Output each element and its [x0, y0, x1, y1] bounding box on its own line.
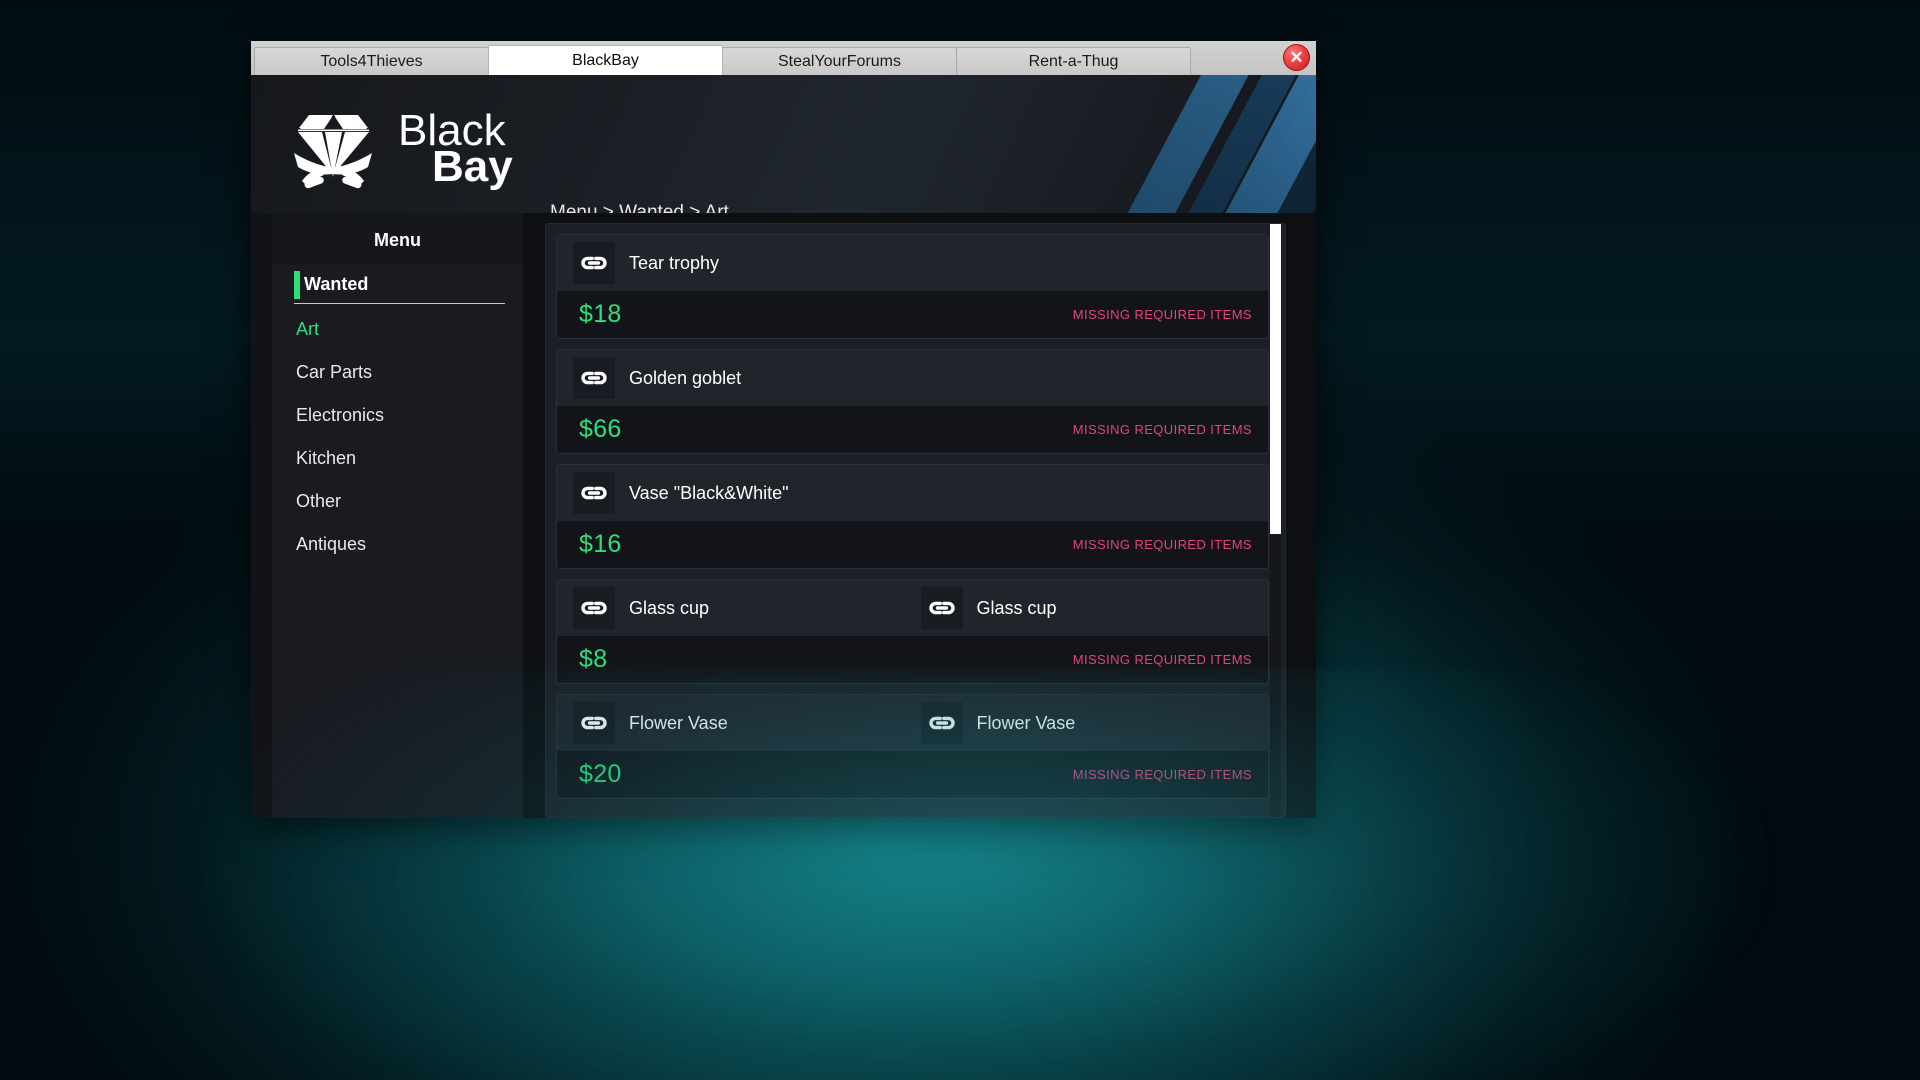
sidebar-item-label: Art	[296, 319, 320, 339]
item-card-footer: $8 MISSING REQUIRED ITEMS	[557, 636, 1268, 683]
item-name: Tear trophy	[629, 252, 720, 273]
item-card-header: Vase "Black&White"	[557, 465, 1268, 521]
chain-link-icon	[928, 601, 955, 615]
item-price: $66	[579, 415, 622, 443]
page-body: Menu Wanted Art Car Parts Electronics Ki…	[251, 213, 1316, 818]
item-card-footer: $66 MISSING REQUIRED ITEMS	[557, 406, 1268, 453]
site-logo: Black Bay	[280, 101, 513, 197]
item-name: Vase "Black&White"	[629, 482, 789, 503]
chain-link-icon	[581, 486, 607, 500]
sidebar-item-antiques[interactable]: Antiques	[272, 523, 523, 566]
status-badge: MISSING REQUIRED ITEMS	[1072, 767, 1252, 782]
item-card[interactable]: Vase "Black&White" $16 MISSING REQUIRED IT…	[556, 464, 1269, 569]
sidebar-menu: Menu Wanted Art Car Parts Electronics Ki…	[272, 213, 523, 818]
item-card-footer: $16 MISSING REQUIRED ITEMS	[557, 521, 1268, 568]
sidebar-title: Menu	[272, 213, 523, 265]
sidebar-item-kitchen[interactable]: Kitchen	[272, 437, 523, 480]
chain-link-icon	[581, 256, 607, 270]
item-slot[interactable]: Flower Vase	[565, 702, 913, 744]
item-name: Glass cup	[976, 597, 1057, 618]
item-slot[interactable]: Vase "Black&White"	[565, 472, 913, 514]
item-name: Flower Vase	[976, 712, 1076, 733]
tab-label: BlackBay	[572, 51, 639, 69]
item-card-footer: $18 MISSING REQUIRED ITEMS	[557, 291, 1268, 338]
sidebar-item-electronics[interactable]: Electronics	[272, 394, 523, 437]
item-card-header: Glass cup Glass cup	[557, 580, 1268, 636]
tab-strip: Tools4Thieves BlackBay StealYourForums R…	[251, 41, 1316, 75]
sidebar-item-label: Wanted	[304, 274, 369, 294]
item-card-header: Flower Vase Flower Vase	[557, 695, 1268, 751]
sidebar-item-wanted[interactable]: Wanted	[272, 265, 523, 304]
item-card[interactable]: Flower Vase Flower Vase $20 MISSING REQUIRE…	[556, 694, 1269, 799]
item-price: $20	[579, 760, 622, 788]
item-name: Flower Vase	[629, 712, 728, 733]
item-card[interactable]: Glass cup Glass cup $8 MISSING REQUIRED ITE…	[556, 579, 1269, 684]
sidebar-item-label: Electronics	[296, 405, 385, 425]
item-card[interactable]: Golden goblet $66 MISSING REQUIRED ITEMS	[556, 349, 1269, 454]
item-card[interactable]: Tear trophy $18 MISSING REQUIRED ITEMS	[556, 234, 1269, 339]
item-card-footer: $20 MISSING REQUIRED ITEMS	[557, 751, 1268, 798]
sidebar-item-label: Car Parts	[296, 362, 373, 382]
chain-link-icon	[581, 716, 607, 730]
item-slot[interactable]: Flower Vase	[913, 702, 1261, 744]
status-badge: MISSING REQUIRED ITEMS	[1072, 652, 1252, 667]
sidebar-item-label: Antiques	[296, 534, 367, 554]
item-card-list: Tear trophy $18 MISSING REQUIRED ITEMS Gold…	[556, 234, 1269, 799]
brand-line-2: Bay	[432, 142, 513, 191]
sidebar-item-art[interactable]: Art	[272, 308, 523, 351]
item-slot[interactable]: Glass cup	[913, 587, 1261, 629]
breadcrumb: Menu > Wanted > Art	[550, 202, 729, 213]
chain-link-icon	[920, 587, 963, 629]
chain-link-icon	[581, 601, 607, 615]
listing-panel: Tear trophy $18 MISSING REQUIRED ITEMS Gold…	[545, 223, 1286, 818]
diamond-crossed-sabers-icon	[294, 115, 372, 189]
item-name: Golden goblet	[629, 367, 742, 388]
desktop-background: Tools4Thieves BlackBay StealYourForums R…	[0, 0, 1920, 1080]
sidebar-item-label: Kitchen	[296, 448, 357, 468]
chain-link-icon	[920, 702, 963, 744]
tab-stealyourforums[interactable]: StealYourForums	[722, 47, 957, 75]
status-badge: MISSING REQUIRED ITEMS	[1072, 307, 1252, 322]
sidebar-item-car-parts[interactable]: Car Parts	[272, 351, 523, 394]
chain-link-icon	[928, 716, 955, 730]
chain-link-icon	[581, 371, 607, 385]
status-badge: MISSING REQUIRED ITEMS	[1072, 537, 1252, 552]
site-banner: Black Bay Menu > Wanted > Art	[251, 75, 1316, 213]
item-card-header: Tear trophy	[557, 235, 1268, 291]
tab-label: StealYourForums	[777, 52, 902, 70]
chain-link-icon	[573, 242, 615, 284]
item-slot[interactable]: Glass cup	[565, 587, 913, 629]
sidebar-item-label: Other	[296, 491, 342, 511]
sidebar-column: Menu Wanted Art Car Parts Electronics Ki…	[251, 213, 523, 818]
item-price: $8	[579, 645, 608, 673]
close-window-button[interactable]: ✕	[1283, 44, 1310, 71]
listing-column: Tear trophy $18 MISSING REQUIRED ITEMS Gold…	[523, 213, 1316, 818]
sidebar-item-other[interactable]: Other	[272, 480, 523, 523]
tab-rent-a-thug[interactable]: Rent-a-Thug	[956, 47, 1191, 75]
item-slot[interactable]: Golden goblet	[565, 357, 913, 399]
listing-scrollbar[interactable]	[1270, 224, 1281, 817]
listing-scrollbar-thumb[interactable]	[1270, 224, 1281, 534]
browser-window: Tools4Thieves BlackBay StealYourForums R…	[251, 41, 1316, 818]
tab-label: Tools4Thieves	[320, 52, 423, 70]
item-card-header: Golden goblet	[557, 350, 1268, 406]
chain-link-icon	[573, 357, 615, 399]
chain-link-icon	[573, 702, 615, 744]
tab-label: Rent-a-Thug	[1028, 52, 1119, 70]
chain-link-icon	[573, 587, 615, 629]
item-price: $18	[579, 300, 622, 328]
chain-link-icon	[573, 472, 615, 514]
item-name: Glass cup	[629, 597, 710, 618]
tab-blackbay[interactable]: BlackBay	[488, 45, 723, 75]
item-price: $16	[579, 530, 622, 558]
item-slot[interactable]: Tear trophy	[565, 242, 913, 284]
tab-tools4thieves[interactable]: Tools4Thieves	[254, 47, 489, 75]
brand-wordmark: Black Bay	[398, 109, 513, 189]
close-icon: ✕	[1289, 48, 1304, 67]
status-badge: MISSING REQUIRED ITEMS	[1072, 422, 1252, 437]
sidebar-item-list: Wanted Art Car Parts Electronics Kitchen	[272, 265, 523, 566]
